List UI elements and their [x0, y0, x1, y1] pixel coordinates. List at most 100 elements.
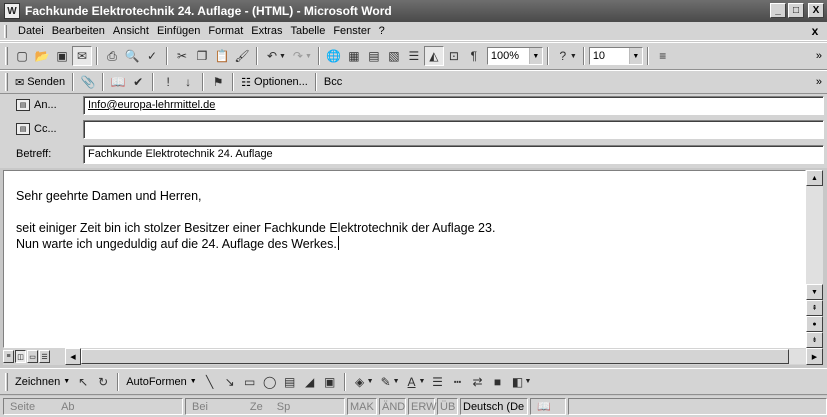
scroll-right-icon[interactable]: ▶	[806, 348, 823, 365]
previous-page-icon[interactable]: ⇞	[806, 300, 823, 316]
status-mak[interactable]: MAK	[347, 398, 377, 415]
undo-dropdown-icon[interactable]: ▼	[279, 53, 286, 60]
clipart-icon[interactable]: ▣	[320, 372, 340, 392]
menu-tabelle[interactable]: Tabelle	[286, 25, 329, 37]
font-size-select[interactable]: 10 ▼	[588, 47, 643, 65]
menu-fenster[interactable]: Fenster	[329, 25, 374, 37]
insert-excel-icon[interactable]: ▧	[384, 46, 404, 66]
textbox-tool-icon[interactable]: ▤	[280, 372, 300, 392]
status-language[interactable]: Deutsch (De	[460, 398, 528, 415]
low-importance-icon[interactable]: ↓	[178, 72, 198, 92]
open-folder-icon[interactable]: 📂	[32, 46, 52, 66]
arrow-tool-icon[interactable]: ↘	[220, 372, 240, 392]
align-icon[interactable]: ≡	[653, 46, 673, 66]
menu-bearbeiten[interactable]: Bearbeiten	[48, 25, 109, 37]
hyperlink-icon[interactable]: 🌐	[324, 46, 344, 66]
document-close-button[interactable]: x	[808, 24, 822, 38]
toolbar-options-icon[interactable]: ▼	[524, 378, 531, 385]
flag-icon[interactable]: ⚑	[208, 72, 228, 92]
menu-extras[interactable]: Extras	[247, 25, 286, 37]
paste-icon[interactable]: 📋	[212, 46, 232, 66]
document-area[interactable]: Sehr geehrte Damen und Herren, seit eini…	[3, 170, 806, 348]
menu-format[interactable]: Format	[204, 25, 247, 37]
toolbar-overflow-icon[interactable]: »	[816, 76, 822, 88]
subject-field[interactable]: Fachkunde Elektrotechnik 24. Auflage	[83, 144, 824, 164]
minimize-button[interactable]: _	[770, 3, 786, 18]
maximize-button[interactable]: □	[788, 3, 804, 18]
horizontal-scroll-thumb[interactable]	[81, 349, 789, 364]
document-map-icon[interactable]: ⊡	[444, 46, 464, 66]
next-page-icon[interactable]: ⇟	[806, 332, 823, 348]
normal-view-icon[interactable]: ≡	[3, 350, 14, 363]
rectangle-tool-icon[interactable]: ▭	[240, 372, 260, 392]
chevron-down-icon[interactable]: ▼	[628, 48, 642, 64]
print-layout-view-icon[interactable]: ▭	[27, 350, 38, 363]
new-document-icon[interactable]: ▢	[12, 46, 32, 66]
address-book-icon[interactable]: 📖	[108, 72, 128, 92]
line-style-icon[interactable]: ☰	[427, 372, 447, 392]
autoshapes-menu-button[interactable]: AutoFormen ▼	[123, 372, 199, 392]
menu-datei[interactable]: Datei	[14, 25, 48, 37]
high-importance-icon[interactable]: !	[158, 72, 178, 92]
line-color-dropdown-icon[interactable]: ▼	[393, 378, 400, 385]
chevron-down-icon[interactable]: ▼	[528, 48, 542, 64]
attach-icon[interactable]: 📎	[78, 72, 98, 92]
zoom-select[interactable]: 100% ▼	[486, 47, 543, 65]
show-formatting-icon[interactable]: ¶	[464, 46, 484, 66]
horizontal-scrollbar[interactable]	[81, 349, 806, 364]
to-button[interactable]: ▤ An...	[16, 99, 57, 111]
print-preview-icon[interactable]: 🔍	[122, 46, 142, 66]
select-objects-icon[interactable]: ↖	[73, 372, 93, 392]
arrow-style-icon[interactable]: ⇄	[467, 372, 487, 392]
scroll-up-icon[interactable]: ▲	[806, 170, 823, 186]
drawing-icon[interactable]: ◭	[423, 46, 444, 66]
to-field[interactable]: Info@europa-lehrmittel.de	[83, 95, 824, 115]
tables-borders-icon[interactable]: ▦	[344, 46, 364, 66]
vertical-scrollbar[interactable]: ▲ ▼ ⇞ ● ⇟	[806, 170, 823, 348]
bcc-button[interactable]: Bcc	[321, 72, 345, 92]
draw-menu-button[interactable]: Zeichnen ▼	[12, 372, 73, 392]
options-button[interactable]: ☷ Optionen...	[238, 72, 311, 92]
cc-button[interactable]: ▤ Cc...	[16, 123, 57, 135]
toolbar-grip[interactable]	[5, 73, 8, 91]
send-button[interactable]: ✉ Senden	[12, 72, 68, 92]
print-icon[interactable]: ⎙	[102, 46, 122, 66]
menu-einfuegen[interactable]: Einfügen	[153, 25, 204, 37]
spelling-icon[interactable]: ✓	[142, 46, 162, 66]
dash-style-icon[interactable]: ┅	[447, 372, 467, 392]
cut-icon[interactable]: ✂	[172, 46, 192, 66]
document-body[interactable]: Sehr geehrte Damen und Herren, seit eini…	[16, 188, 495, 252]
oval-tool-icon[interactable]: ◯	[260, 372, 280, 392]
shadow-icon[interactable]: ■	[487, 372, 507, 392]
cc-field[interactable]	[83, 119, 824, 139]
free-rotate-icon[interactable]: ↻	[93, 372, 113, 392]
copy-icon[interactable]: ❐	[192, 46, 212, 66]
toolbar-grip[interactable]	[5, 47, 8, 65]
web-layout-view-icon[interactable]: ◫	[15, 350, 26, 363]
menu-help[interactable]: ?	[375, 25, 389, 37]
columns-icon[interactable]: ☰	[404, 46, 424, 66]
scroll-down-icon[interactable]: ▼	[806, 284, 823, 300]
menu-ansicht[interactable]: Ansicht	[109, 25, 153, 37]
check-names-icon[interactable]: ✔	[128, 72, 148, 92]
toolbar-overflow-icon[interactable]: »	[816, 50, 822, 62]
select-browse-object-icon[interactable]: ●	[806, 316, 823, 332]
wordart-icon[interactable]: ◢	[300, 372, 320, 392]
font-color-dropdown-icon[interactable]: ▼	[419, 378, 426, 385]
close-button[interactable]: X	[808, 3, 824, 18]
redo-dropdown-icon[interactable]: ▼	[305, 53, 312, 60]
menu-grip[interactable]	[4, 25, 7, 38]
to-recipient[interactable]: Info@europa-lehrmittel.de	[88, 99, 215, 111]
word-app-icon[interactable]: W	[4, 3, 20, 19]
toolbar-grip[interactable]	[5, 372, 8, 391]
line-tool-icon[interactable]: ╲	[200, 372, 220, 392]
fill-color-dropdown-icon[interactable]: ▼	[367, 378, 374, 385]
status-and[interactable]: ÄND	[379, 398, 406, 415]
status-erw[interactable]: ERW	[408, 398, 436, 415]
email-icon[interactable]: ✉	[72, 46, 92, 66]
format-painter-icon[interactable]: 🖌	[232, 46, 252, 66]
outline-view-icon[interactable]: ☰	[39, 350, 50, 363]
insert-table-icon[interactable]: ▤	[364, 46, 384, 66]
scroll-left-icon[interactable]: ◀	[65, 348, 81, 365]
save-icon[interactable]: ▣	[52, 46, 72, 66]
